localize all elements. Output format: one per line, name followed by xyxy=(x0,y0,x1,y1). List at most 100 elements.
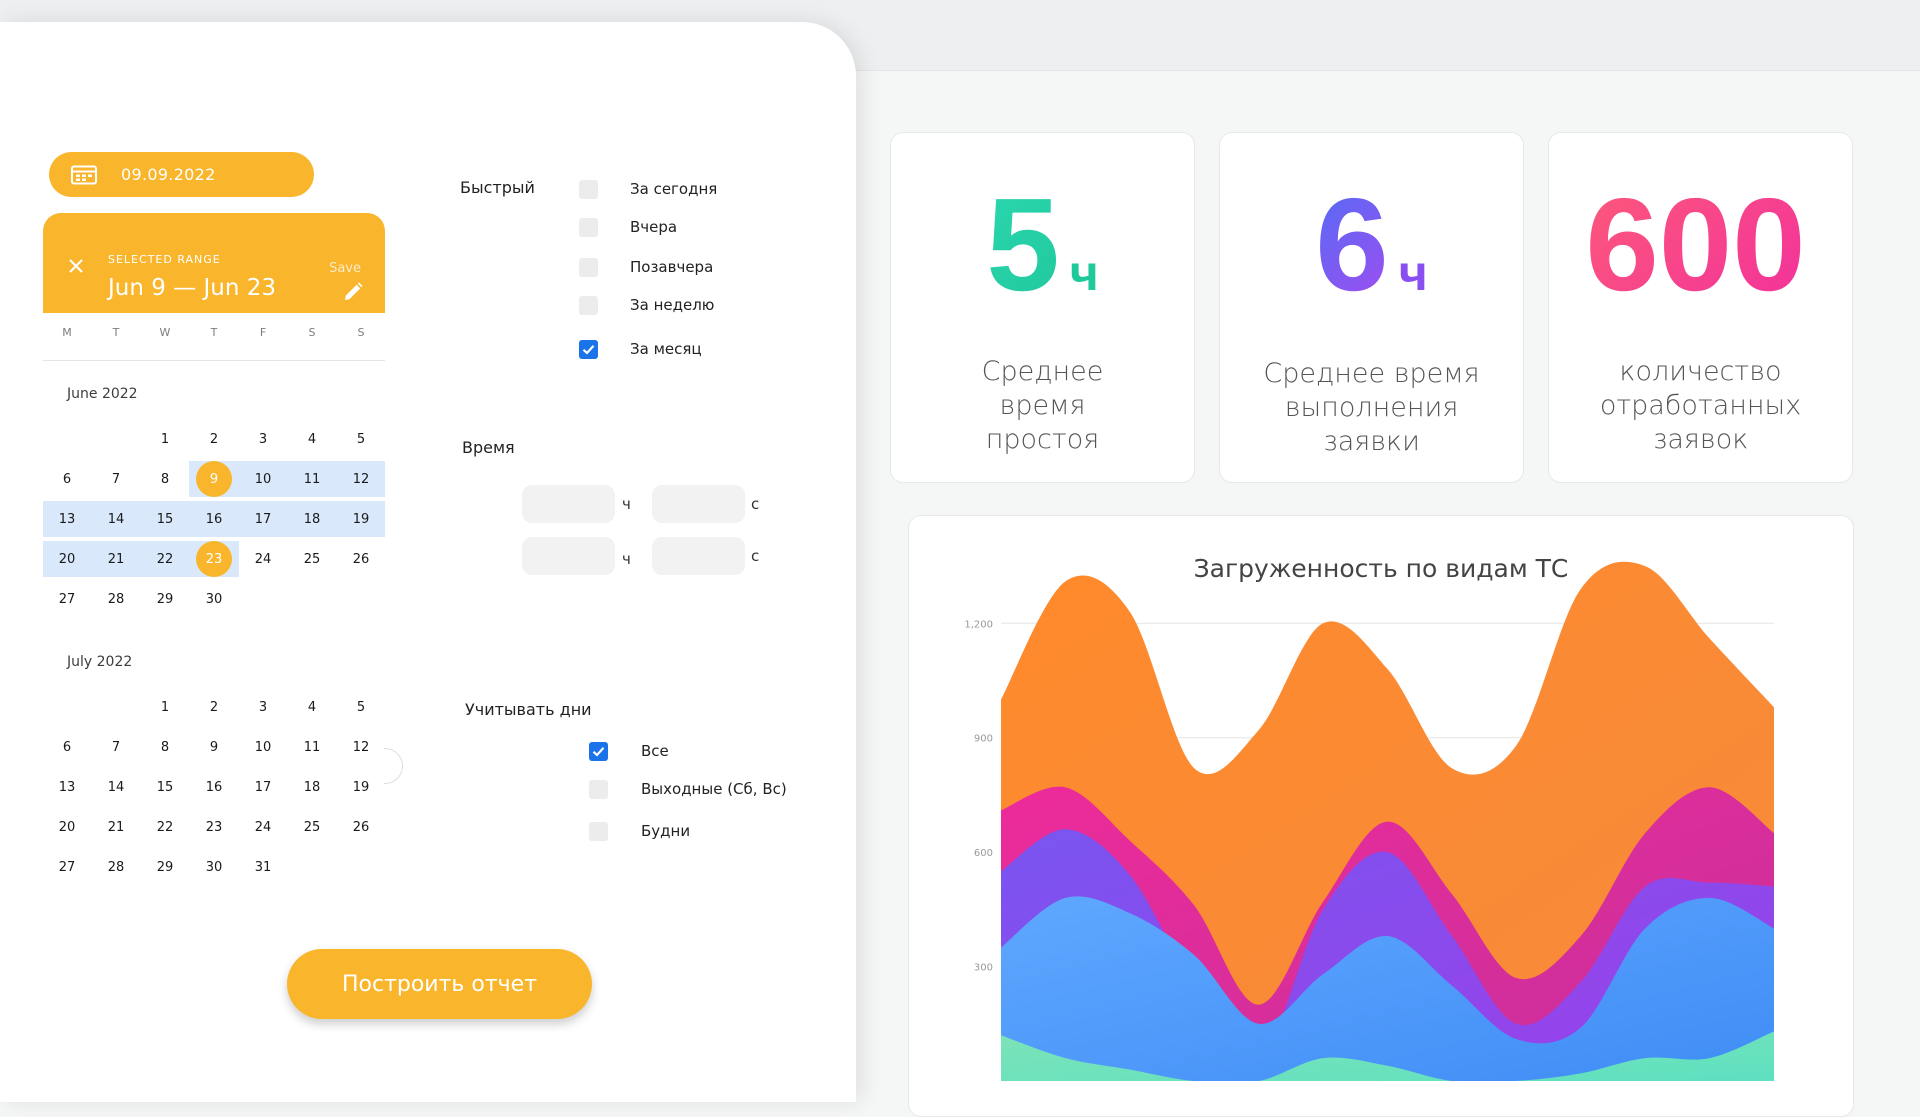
option-label: За сегодня xyxy=(630,180,718,198)
date-picker-button[interactable]: 09.09.2022 xyxy=(49,152,314,197)
calendar-day[interactable]: 26 xyxy=(337,541,385,577)
calendar-day[interactable]: 6 xyxy=(43,461,91,497)
calendar-day[interactable]: 16 xyxy=(190,769,238,805)
calendar-day[interactable]: 30 xyxy=(190,581,238,617)
check-icon xyxy=(592,747,605,757)
kpi-caption: количество отработанных заявок xyxy=(1599,356,1802,455)
calendar-day[interactable]: 2 xyxy=(190,421,238,457)
month-label-july: July 2022 xyxy=(67,654,133,670)
calendar-day[interactable]: 9 xyxy=(190,729,238,765)
calendar-day[interactable]: 5 xyxy=(337,689,385,725)
calendar-day[interactable]: 18 xyxy=(288,501,336,537)
time-seconds-input-1[interactable] xyxy=(652,485,745,523)
calendar-day[interactable]: 31 xyxy=(239,849,287,885)
calendar-day[interactable]: 22 xyxy=(141,541,189,577)
kpi-value: 600 xyxy=(1549,179,1852,311)
calendar-day[interactable]: 26 xyxy=(337,809,385,845)
time-hours-input-2[interactable] xyxy=(522,537,615,575)
selected-range-value: Jun 9 — Jun 23 xyxy=(108,275,277,301)
weekday-label: M xyxy=(62,326,72,339)
calendar-day[interactable]: 3 xyxy=(239,689,287,725)
calendar-day[interactable]: 11 xyxy=(288,461,336,497)
calendar-day[interactable]: 19 xyxy=(337,769,385,805)
option-label: За месяц xyxy=(630,340,702,358)
checkbox[interactable] xyxy=(589,780,608,799)
calendar-day[interactable]: 6 xyxy=(43,729,91,765)
calendar-day[interactable]: 15 xyxy=(141,769,189,805)
calendar-day[interactable]: 19 xyxy=(337,501,385,537)
calendar-day[interactable]: 13 xyxy=(43,769,91,805)
calendar-day[interactable]: 17 xyxy=(239,769,287,805)
calendar-day[interactable]: 28 xyxy=(92,581,140,617)
calendar-day[interactable]: 23 xyxy=(190,541,238,577)
calendar-day[interactable]: 10 xyxy=(239,461,287,497)
checkbox[interactable] xyxy=(579,340,598,359)
calendar-day[interactable]: 9 xyxy=(190,461,238,497)
calendar-day[interactable]: 8 xyxy=(141,461,189,497)
calendar-day[interactable]: 1 xyxy=(141,689,189,725)
pencil-icon[interactable] xyxy=(343,282,363,302)
checkbox[interactable] xyxy=(579,258,598,277)
calendar-day[interactable]: 17 xyxy=(239,501,287,537)
weekday-label: T xyxy=(210,326,218,339)
calendar-day[interactable]: 22 xyxy=(141,809,189,845)
check-icon xyxy=(582,345,595,355)
y-tick-label: 300 xyxy=(974,963,993,974)
calendar-day[interactable]: 21 xyxy=(92,809,140,845)
calendar-day[interactable]: 12 xyxy=(337,461,385,497)
y-tick-label: 900 xyxy=(974,734,993,745)
y-tick-label: 1,200 xyxy=(964,619,993,630)
calendar-day[interactable]: 16 xyxy=(190,501,238,537)
checkbox[interactable] xyxy=(579,180,598,199)
calendar-day[interactable]: 29 xyxy=(141,581,189,617)
calendar-day[interactable]: 20 xyxy=(43,541,91,577)
calendar-day[interactable]: 1 xyxy=(141,421,189,457)
checkbox[interactable] xyxy=(589,742,608,761)
close-icon[interactable] xyxy=(69,259,83,273)
calendar-day[interactable]: 7 xyxy=(92,729,140,765)
calendar-day[interactable]: 4 xyxy=(288,689,336,725)
hours-unit-2: ч xyxy=(622,550,631,568)
calendar-day[interactable]: 30 xyxy=(190,849,238,885)
calendar-day[interactable]: 27 xyxy=(43,581,91,617)
calendar-day[interactable]: 10 xyxy=(239,729,287,765)
calendar-day[interactable]: 20 xyxy=(43,809,91,845)
option-label: Вчера xyxy=(630,218,678,236)
checkbox[interactable] xyxy=(589,822,608,841)
time-hours-input-1[interactable] xyxy=(522,485,615,523)
calendar-day[interactable]: 11 xyxy=(288,729,336,765)
calendar-day[interactable]: 4 xyxy=(288,421,336,457)
calendar-day[interactable]: 21 xyxy=(92,541,140,577)
calendar-day[interactable]: 25 xyxy=(288,541,336,577)
calendar-day[interactable]: 15 xyxy=(141,501,189,537)
kpi-unit: ч xyxy=(1398,245,1428,301)
calendar-day[interactable]: 14 xyxy=(92,769,140,805)
calendar-day[interactable]: 5 xyxy=(337,421,385,457)
calendar-day[interactable]: 12 xyxy=(337,729,385,765)
hours-unit-1: ч xyxy=(622,495,631,513)
calendar-day[interactable]: 28 xyxy=(92,849,140,885)
calendar-day[interactable]: 14 xyxy=(92,501,140,537)
kpi-card-processed-requests: 600 количество отработанных заявок xyxy=(1548,132,1853,483)
checkbox[interactable] xyxy=(579,296,598,315)
time-seconds-input-2[interactable] xyxy=(652,537,745,575)
checkbox[interactable] xyxy=(579,218,598,237)
weekday-label: W xyxy=(159,326,171,339)
calendar-day[interactable]: 24 xyxy=(239,809,287,845)
calendar-day[interactable]: 8 xyxy=(141,729,189,765)
calendar-day[interactable]: 23 xyxy=(190,809,238,845)
calendar-day[interactable]: 24 xyxy=(239,541,287,577)
calendar-day[interactable]: 25 xyxy=(288,809,336,845)
calendar-day[interactable]: 27 xyxy=(43,849,91,885)
kpi-card-execution-time: 6ч Среднее время выполнения заявки xyxy=(1219,132,1524,483)
calendar-day[interactable]: 3 xyxy=(239,421,287,457)
build-report-button[interactable]: Построить отчет xyxy=(287,949,592,1019)
calendar-day[interactable]: 7 xyxy=(92,461,140,497)
save-button[interactable]: Save xyxy=(329,261,361,276)
calendar-day[interactable]: 2 xyxy=(190,689,238,725)
calendar-day[interactable]: 29 xyxy=(141,849,189,885)
calendar-day[interactable]: 18 xyxy=(288,769,336,805)
calendar-day[interactable]: 13 xyxy=(43,501,91,537)
weekday-label: T xyxy=(112,326,120,339)
stream-area-chart: 300 600 900 1,200 xyxy=(964,561,1774,1081)
